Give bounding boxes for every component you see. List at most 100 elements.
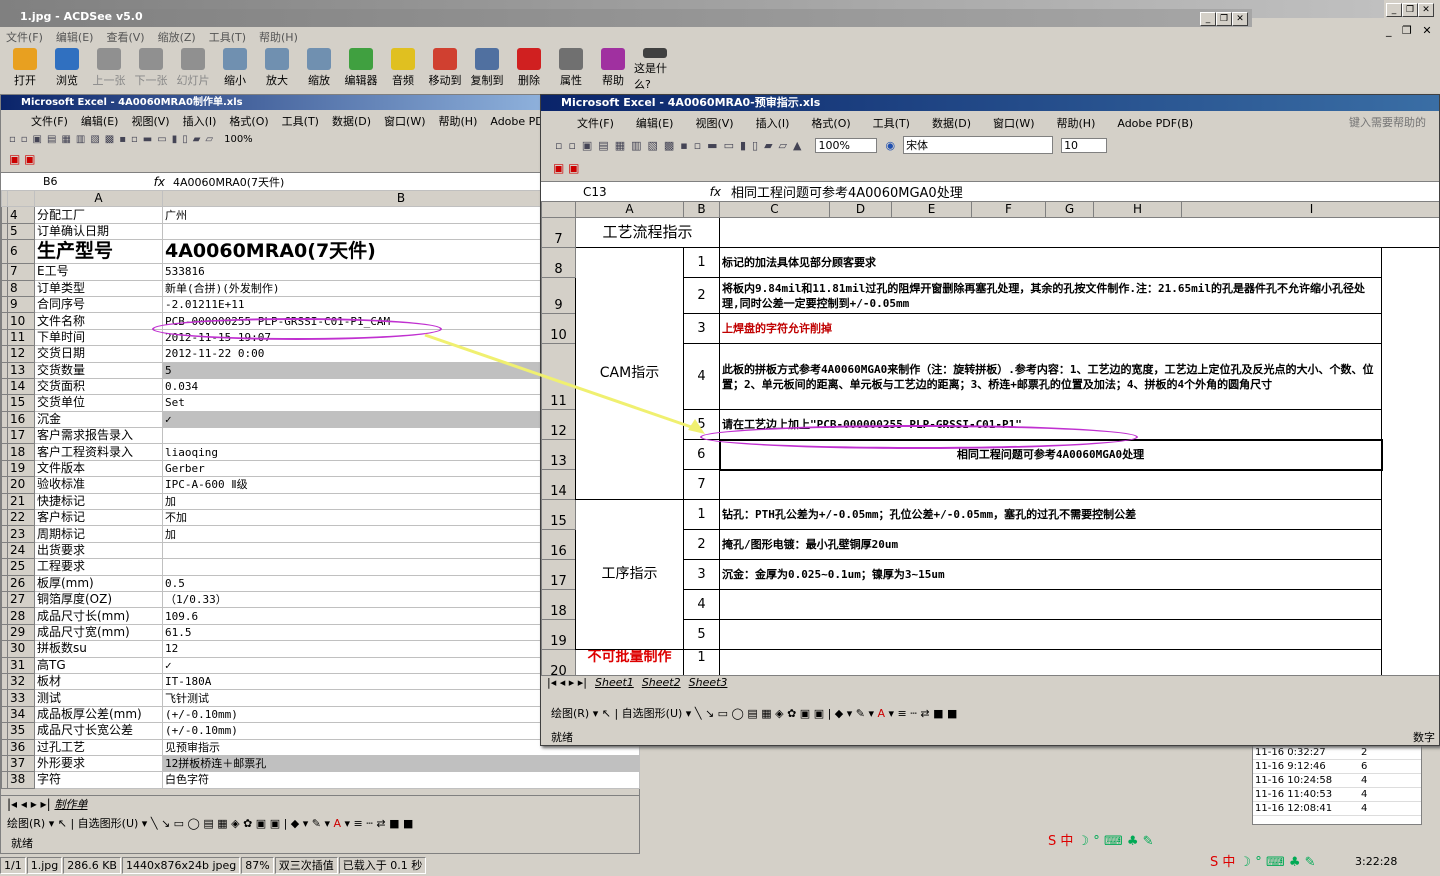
row-header[interactable]: 21 [7, 492, 35, 511]
excel1-menu-item[interactable]: 格式(O) [229, 115, 268, 128]
label-cell[interactable]: 高TG [34, 656, 163, 674]
acdsee-tool-button[interactable]: 浏览 [46, 48, 88, 92]
acdsee-restore-button[interactable]: ❐ [1216, 12, 1232, 26]
row-header[interactable]: 11 [7, 328, 35, 347]
excel1-menu-item[interactable]: 数据(D) [332, 115, 371, 128]
excel1-zoom[interactable]: 100% [224, 134, 253, 145]
row-header[interactable]: 27 [7, 590, 35, 609]
row-header[interactable]: 11 [541, 343, 576, 411]
label-cell[interactable]: 成品尺寸长(mm) [34, 607, 163, 625]
excel2-formula[interactable]: 相同工程问题可参考4A0060MGA0处理 [731, 182, 963, 201]
sheet-tab[interactable]: Sheet1 [595, 676, 634, 691]
label-cell[interactable]: 交货面积 [34, 377, 163, 396]
acdsee-tool-button[interactable]: 属性 [550, 48, 592, 92]
close-button[interactable]: ✕ [1418, 3, 1434, 17]
row-header[interactable]: 12 [541, 409, 576, 441]
row-header[interactable]: 10 [541, 313, 576, 345]
column-header[interactable]: B [683, 201, 720, 219]
excel2-menu-item[interactable]: Adobe PDF(B) [1117, 117, 1193, 130]
pdf-icon[interactable]: ▣ ▣ [9, 152, 36, 166]
row-header[interactable]: 20 [7, 476, 35, 494]
instruction-cell[interactable]: 标记的加法具体见部分顾客要求 [719, 247, 1382, 279]
row-header[interactable]: 6 [7, 239, 35, 265]
column-header[interactable]: F [971, 201, 1046, 219]
column-header[interactable]: H [1093, 201, 1182, 219]
row-header[interactable]: 17 [7, 427, 35, 445]
label-cell[interactable]: 交货单位 [34, 394, 163, 412]
excel1-menu-item[interactable]: 工具(T) [282, 115, 319, 128]
instruction-cell[interactable]: 将板内9.84mil和11.81mil过孔的阻焊开窗删除再塞孔处理，其余的孔按文… [719, 277, 1382, 315]
row-header[interactable]: 14 [541, 469, 576, 501]
label-cell[interactable]: 出货要求 [34, 541, 163, 560]
label-cell[interactable]: 成品尺寸宽(mm) [34, 623, 163, 642]
label-cell[interactable]: 文件名称 [34, 312, 163, 330]
label-cell[interactable]: 客户需求报告录入 [34, 427, 163, 445]
label-cell[interactable]: 工程要求 [34, 558, 163, 576]
label-cell[interactable]: 测试 [34, 689, 163, 707]
fontsize-select[interactable]: 10 [1061, 137, 1108, 153]
item-number[interactable]: 1 [683, 649, 720, 675]
acdsee-tool-button[interactable]: 缩放 [298, 48, 340, 92]
row-header[interactable]: 24 [7, 541, 35, 560]
value-cell[interactable]: 12拼板桥连＋邮票孔 [162, 754, 640, 773]
excel2-menu-item[interactable]: 编辑(E) [636, 117, 674, 130]
label-cell[interactable]: 客户标记 [34, 509, 163, 527]
acdsee-tool-button[interactable]: 下一张 [130, 48, 172, 92]
item-number[interactable]: 4 [683, 589, 720, 621]
label-cell[interactable]: 合同序号 [34, 295, 163, 314]
pdf-icon[interactable]: ▣ ▣ [553, 161, 580, 175]
label-cell[interactable]: 下单时间 [34, 328, 163, 347]
ime-bar[interactable]: S 中 ☽ ° ⌨ ♣ ✎ [1048, 830, 1154, 849]
item-number[interactable]: 6 [683, 439, 720, 471]
item-number[interactable]: 2 [683, 277, 720, 315]
acdsee-tool-button[interactable]: 移动到 [424, 48, 466, 92]
row-header[interactable]: 9 [541, 277, 576, 315]
row-header[interactable]: 30 [7, 640, 35, 658]
instruction-cell[interactable]: 沉金：金厚为0.025~0.1um；镍厚为3~15um [719, 559, 1382, 591]
instruction-cell[interactable] [719, 589, 1382, 621]
label-cell[interactable]: 客户工程资料录入 [34, 443, 163, 461]
corner-cell[interactable] [541, 201, 576, 219]
excel2-namebox[interactable]: C13 [541, 185, 661, 199]
acdsee-menu-item[interactable]: 编辑(E) [56, 31, 94, 44]
acdsee-tool-button[interactable]: 帮助 [592, 48, 634, 92]
row-header[interactable]: 10 [7, 312, 35, 330]
label-cell[interactable]: E工号 [34, 263, 163, 281]
excel2-menu-item[interactable]: 工具(T) [873, 117, 910, 130]
acdsee-menu-item[interactable]: 工具(T) [209, 31, 246, 44]
excel1-formula[interactable]: 4A0060MRA0(7天件) [173, 174, 284, 190]
row-header[interactable]: 33 [7, 689, 35, 707]
label-cell[interactable]: 文件版本 [34, 459, 163, 478]
cam-section-label[interactable]: CAM指示 [575, 247, 684, 501]
ime-bar-2[interactable]: S 中 ☽ ° ⌨ ♣ ✎ [1210, 851, 1316, 870]
acdsee-tool-button[interactable]: 这是什么? [634, 48, 676, 92]
row-header[interactable]: 18 [7, 443, 35, 461]
draw-menu[interactable]: 绘图(R) [7, 817, 45, 830]
acdsee-close-button[interactable]: ✕ [1232, 12, 1248, 26]
excel2-menu-item[interactable]: 视图(V) [695, 117, 733, 130]
zoom-select[interactable]: 100% [815, 137, 878, 153]
acdsee-menu-item[interactable]: 查看(V) [106, 31, 144, 44]
item-number[interactable]: 1 [683, 247, 720, 279]
label-cell[interactable]: 快捷标记 [34, 492, 163, 511]
acdsee-menu-item[interactable]: 文件(F) [6, 31, 43, 44]
acdsee-tool-button[interactable]: 打开 [4, 48, 46, 92]
column-header[interactable]: I [1180, 201, 1439, 219]
excel1-menu-item[interactable]: 文件(F) [31, 115, 68, 128]
row-header[interactable]: 32 [7, 672, 35, 691]
excel1-menu-item[interactable]: 插入(I) [183, 115, 217, 128]
acdsee-tool-button[interactable]: 删除 [508, 48, 550, 92]
row-header[interactable]: 20 [541, 649, 576, 675]
item-number[interactable]: 5 [683, 619, 720, 651]
label-cell[interactable]: 过孔工艺 [34, 738, 163, 756]
row-header[interactable]: 35 [7, 722, 35, 740]
label-cell[interactable]: 周期标记 [34, 525, 163, 543]
row-header[interactable]: 5 [7, 222, 35, 241]
label-cell[interactable]: 分配工厂 [34, 206, 163, 224]
label-cell[interactable]: 字符 [34, 771, 163, 789]
label-cell[interactable]: 生产型号 [34, 239, 163, 265]
instruction-cell[interactable] [719, 619, 1382, 651]
item-number[interactable]: 3 [683, 313, 720, 345]
row-header[interactable]: 31 [7, 656, 35, 674]
row-header[interactable]: 36 [7, 738, 35, 756]
